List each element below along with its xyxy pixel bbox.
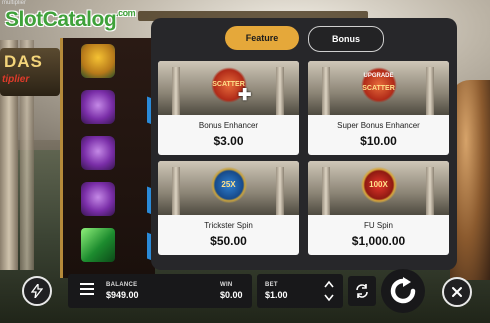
card-label: Super Bonus Enhancer [337, 121, 420, 130]
chevron-up-icon [324, 280, 334, 288]
amphora-symbol [81, 136, 115, 170]
column-decoration [172, 67, 180, 115]
balance-value: $949.00 [106, 290, 139, 300]
column-decoration [276, 67, 284, 115]
reel-column [60, 38, 155, 278]
upgrade-scatter-icon: UPGRADE SCATTER [360, 67, 397, 103]
tab-feature[interactable]: Feature [225, 26, 299, 50]
green-gem-symbol [81, 228, 115, 262]
amphora-symbol [81, 90, 115, 124]
bet-stepper[interactable] [323, 278, 335, 304]
feature-card-fu-spin[interactable]: 100X FU Spin $1,000.00 [308, 161, 449, 255]
column-decoration [426, 167, 434, 215]
game-logo: DAS tiplier [0, 48, 60, 96]
autoplay-icon [356, 284, 368, 298]
card-art: SCATTER ✚ [158, 61, 299, 115]
column-decoration [322, 67, 330, 115]
card-price: $50.00 [210, 234, 247, 248]
card-art: UPGRADE SCATTER [308, 61, 449, 115]
column-decoration [426, 67, 434, 115]
chevron-down-icon [324, 294, 334, 302]
close-button[interactable] [442, 277, 472, 307]
tab-bar: Feature Bonus [151, 18, 457, 60]
balance-label: BALANCE [106, 282, 138, 288]
watermark-text: SlotCatalog [5, 8, 117, 31]
feature-card-bonus-enhancer[interactable]: SCATTER ✚ Bonus Enhancer $3.00 [158, 61, 299, 155]
top-label: multiplier [2, 0, 27, 6]
balance-panel: BALANCE $949.00 WIN $0.00 [68, 274, 252, 308]
card-label: FU Spin [364, 221, 393, 230]
column-decoration [172, 167, 180, 215]
plus-icon: ✚ [238, 87, 252, 104]
card-label: Trickster Spin [204, 221, 253, 230]
bet-value: $1.00 [265, 290, 288, 300]
card-art: 100X [308, 161, 449, 215]
close-icon [452, 287, 462, 297]
game-logo-sub: tiplier [2, 74, 30, 85]
bet-panel: BET $1.00 [257, 274, 343, 308]
card-price: $3.00 [213, 134, 244, 148]
feature-card-super-bonus-enhancer[interactable]: UPGRADE SCATTER Super Bonus Enhancer $10… [308, 61, 449, 155]
card-label: Bonus Enhancer [198, 121, 259, 130]
autoplay-button[interactable] [348, 276, 376, 306]
card-price: $1,000.00 [351, 234, 406, 248]
emblem-text: SCATTER [362, 85, 395, 92]
column-decoration [276, 167, 284, 215]
win-label: WIN [220, 282, 233, 288]
menu-icon[interactable] [80, 283, 94, 297]
game-logo-word: DAS [4, 52, 43, 71]
card-price: $10.00 [360, 134, 397, 148]
spin-icon [390, 277, 416, 304]
column-decoration [322, 167, 330, 215]
buy-feature-popup: Feature Bonus SCATTER ✚ Bonus Enhancer $… [151, 18, 457, 270]
tab-bonus[interactable]: Bonus [308, 26, 384, 52]
lightning-icon [31, 284, 43, 298]
watermark-suffix: .com [116, 8, 136, 18]
feature-card-trickster-spin[interactable]: 25X Trickster Spin $50.00 [158, 161, 299, 255]
bet-label: BET [265, 282, 278, 288]
fu-100x-icon: 100X [360, 167, 397, 203]
turbo-button[interactable] [22, 276, 52, 306]
trickster-25x-icon: 25X [210, 167, 247, 203]
golden-apple-symbol [81, 44, 115, 78]
card-art: 25X [158, 161, 299, 215]
win-value: $0.00 [220, 290, 243, 300]
emblem-text: 25X [221, 180, 236, 189]
emblem-top-text: UPGRADE [363, 73, 394, 79]
amphora-symbol [81, 182, 115, 216]
spin-button[interactable] [381, 269, 425, 313]
watermark: SlotCatalog.com [5, 8, 136, 32]
emblem-text: 100X [369, 180, 388, 189]
